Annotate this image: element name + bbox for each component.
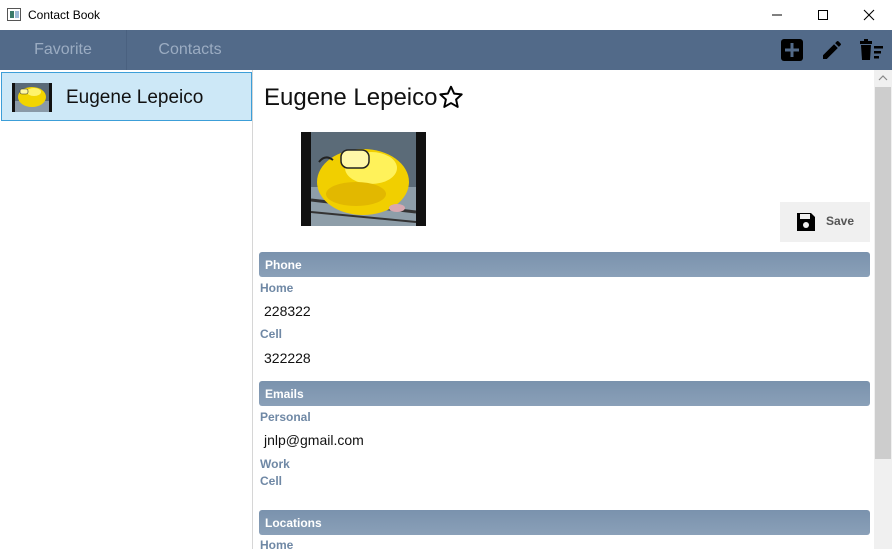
star-outline-icon[interactable] [438,84,464,110]
toolbar: Favorite Contacts [0,30,892,70]
window-title: Contact Book [28,8,101,22]
detail-name: Eugene Lepeico [264,84,438,111]
delete-list-icon [860,39,883,60]
close-icon [863,9,875,21]
minimize-button[interactable] [754,0,800,30]
edit-contact-button[interactable] [819,37,845,63]
avatar [12,83,52,112]
email-work-label: Work [260,457,290,471]
locations-section-header: Locations [259,510,870,535]
save-label: Save [826,214,855,228]
chevron-up-icon [878,75,888,81]
maximize-button[interactable] [800,0,846,30]
contact-list-item[interactable]: Eugene Lepeico [1,72,252,121]
minimize-icon [772,14,782,16]
email-personal-label: Personal [260,410,311,424]
phone-home-label: Home [260,281,294,295]
scroll-up-button[interactable] [874,70,892,86]
app-icon [7,8,21,21]
tab-favorite[interactable]: Favorite [0,30,126,70]
delete-contact-button[interactable] [858,37,884,63]
add-icon [781,39,803,61]
contact-photo [301,132,426,226]
add-contact-button[interactable] [779,37,805,63]
tab-contacts[interactable]: Contacts [126,30,253,70]
scroll-thumb[interactable] [875,87,891,459]
phone-cell-label: Cell [260,327,283,341]
email-cell-label: Cell [260,474,283,488]
phone-home-value[interactable]: 228322 [264,303,311,319]
phone-section-header: Phone [259,252,870,277]
detail-scrollbar[interactable] [874,70,892,549]
email-personal-value[interactable]: jnlp@gmail.com [264,432,364,448]
emails-section-header: Emails [259,381,870,406]
contact-detail: Eugene Lepeico Save Phone Home 228322 Ce… [254,70,874,549]
close-button[interactable] [846,0,892,30]
title-bar: Contact Book [0,0,892,30]
contact-list: Eugene Lepeico [0,70,253,549]
floppy-disk-icon [797,213,815,231]
maximize-icon [818,10,828,20]
pencil-icon [823,40,842,59]
contact-name: Eugene Lepeico [66,87,204,108]
location-home-label: Home [260,538,294,549]
save-button[interactable]: Save [780,202,870,242]
phone-cell-value[interactable]: 322228 [264,350,311,366]
